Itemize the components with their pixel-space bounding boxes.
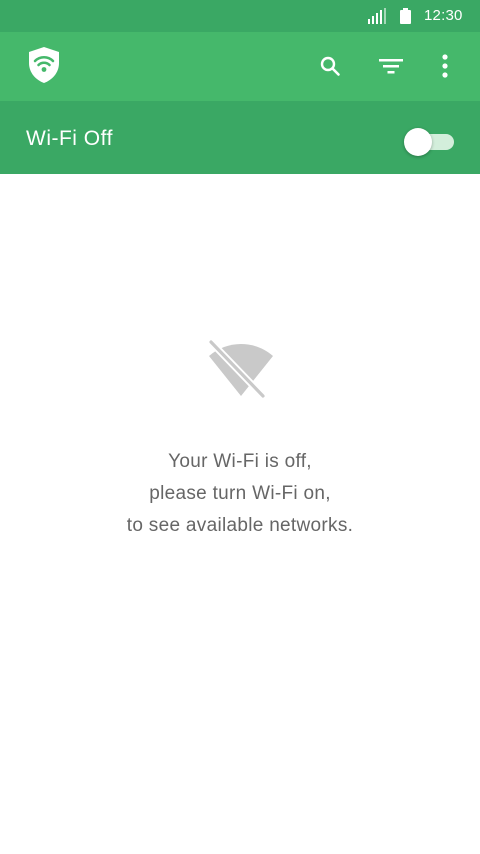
- message-line: please turn Wi-Fi on,: [149, 483, 331, 504]
- wifi-off-icon: [207, 338, 273, 400]
- signal-icon: [368, 8, 386, 24]
- status-bar: 12:30: [0, 0, 480, 32]
- more-vert-icon: [442, 54, 448, 78]
- app-bar: [0, 32, 480, 101]
- wifi-shield-logo-icon: [29, 47, 59, 83]
- search-icon: [320, 56, 340, 76]
- overflow-menu-button[interactable]: [423, 44, 467, 88]
- switch-thumb: [404, 128, 432, 156]
- status-time: 12:30: [424, 7, 463, 24]
- wifi-toggle-bar: Wi-Fi Off: [0, 101, 480, 174]
- wifi-toggle-switch[interactable]: [404, 127, 456, 156]
- message-line: to see available networks.: [126, 515, 354, 536]
- empty-state-message: Your Wi-Fi is off, please turn Wi-Fi on,…: [40, 446, 440, 542]
- empty-state: Your Wi-Fi is off, please turn Wi-Fi on,…: [0, 174, 480, 854]
- filter-icon: [379, 59, 403, 74]
- message-line: Your Wi-Fi is off,: [168, 451, 312, 472]
- filter-button[interactable]: [369, 44, 413, 88]
- battery-icon: [400, 8, 411, 24]
- search-button[interactable]: [308, 44, 352, 88]
- wifi-status-title: Wi-Fi Off: [26, 127, 113, 150]
